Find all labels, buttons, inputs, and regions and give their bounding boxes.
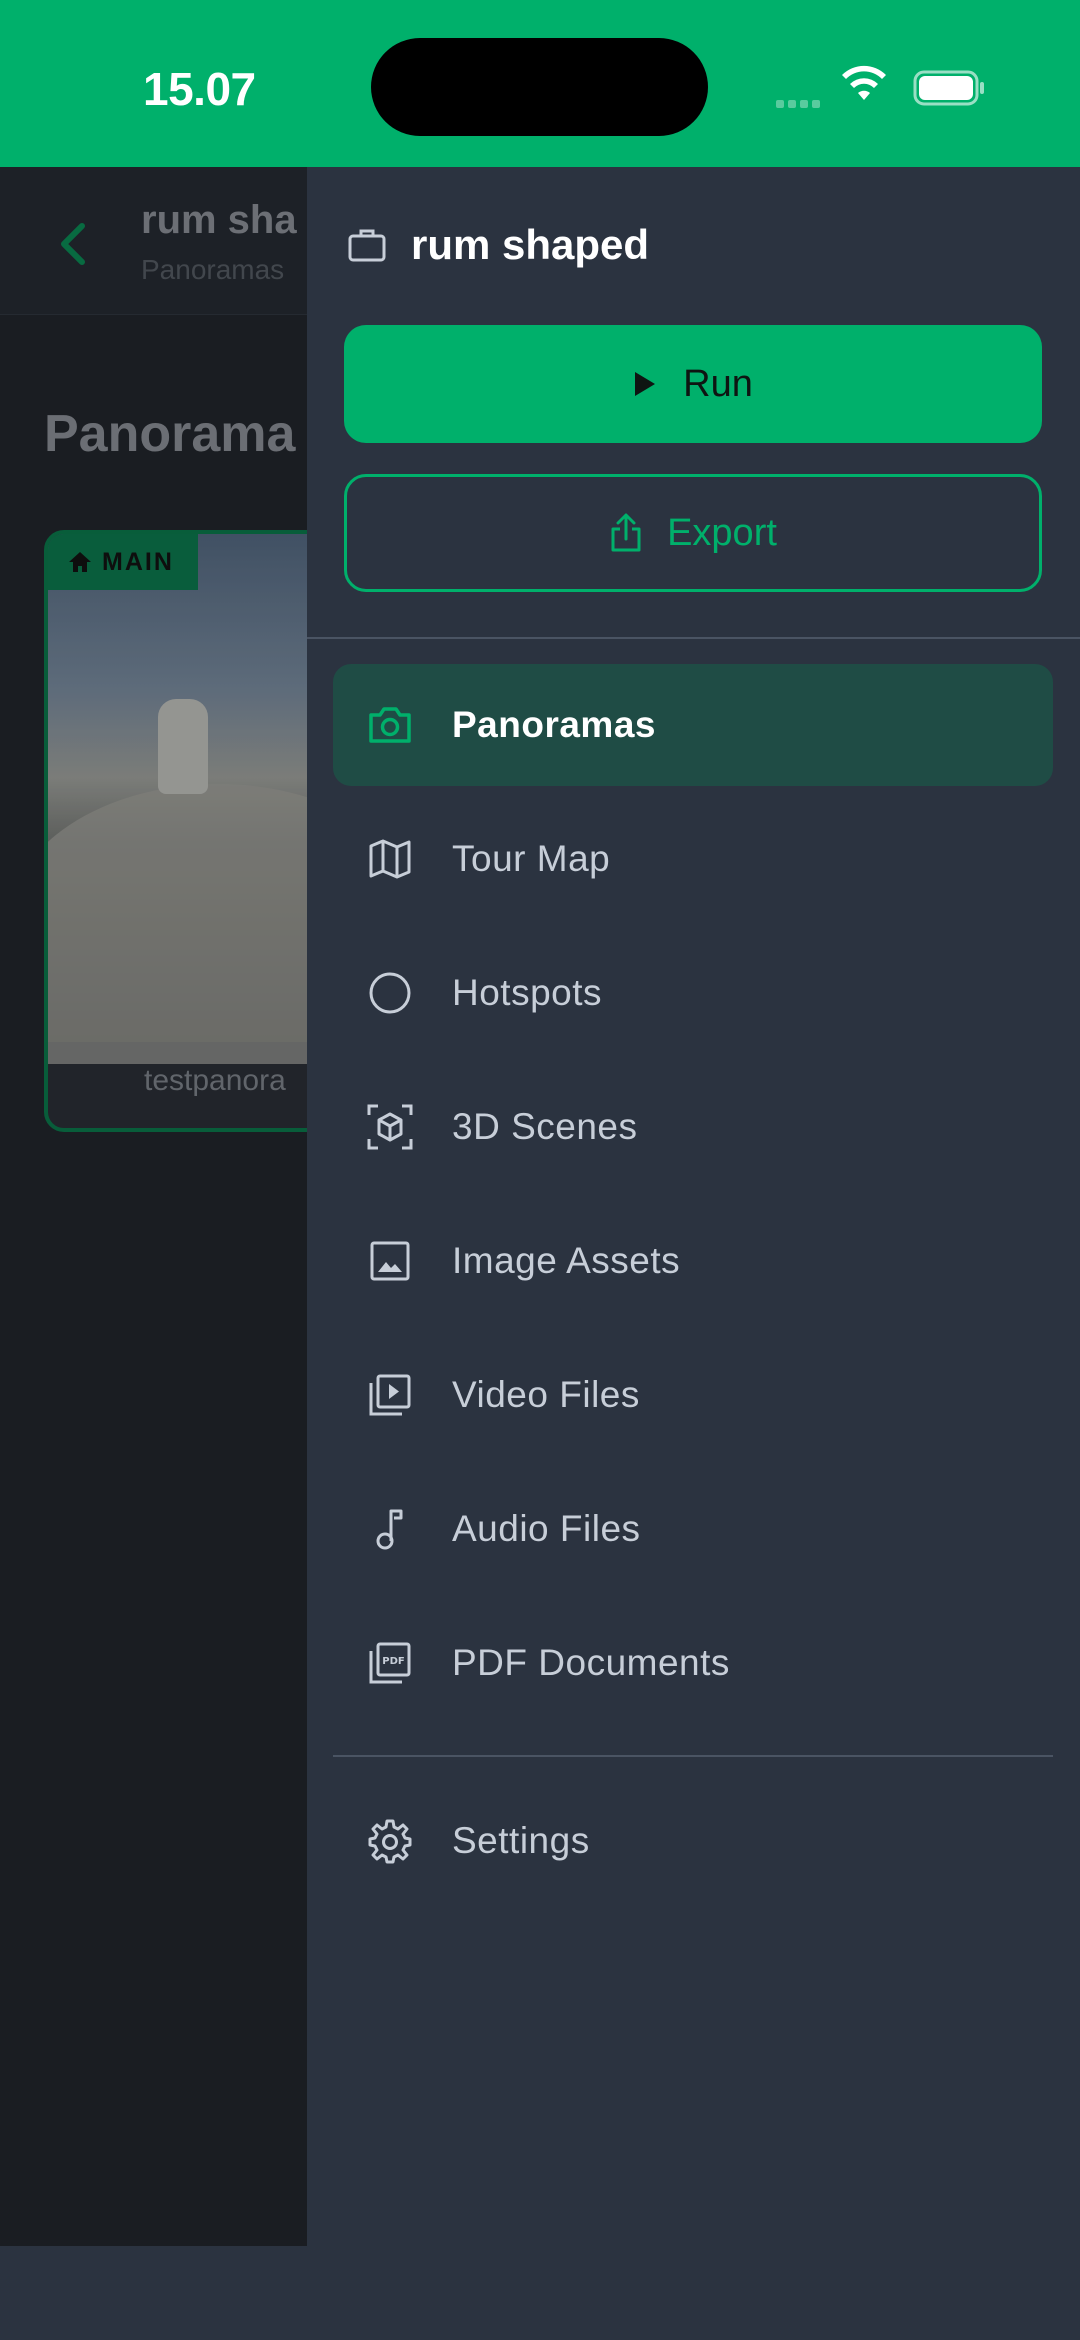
map-icon (366, 835, 414, 883)
nav-item-label: 3D Scenes (452, 1106, 638, 1147)
nav-item-label: Video Files (452, 1374, 640, 1415)
status-time: 15.07 (143, 63, 256, 115)
divider (307, 637, 1080, 639)
cellular-signal-icon (776, 95, 824, 113)
export-button-label: Export (667, 511, 777, 554)
nav-item-3d-scenes[interactable]: 3D Scenes (333, 1066, 1053, 1188)
video-library-icon (366, 1371, 414, 1419)
camera-icon (366, 701, 414, 749)
briefcase-icon (348, 229, 386, 262)
cube-icon (366, 1103, 414, 1151)
nav-item-panoramas[interactable]: Panoramas (333, 664, 1053, 786)
status-bar: 15.07 (0, 0, 1080, 167)
nav-item-tour-map[interactable]: Tour Map (333, 798, 1053, 920)
nav-item-label: Tour Map (452, 838, 611, 879)
nav-item-pdf-documents[interactable]: PDF PDF Documents (333, 1602, 1053, 1724)
image-icon (366, 1237, 414, 1285)
divider (333, 1755, 1053, 1757)
svg-text:PDF: PDF (382, 1656, 404, 1667)
circle-icon (366, 969, 414, 1017)
nav-item-hotspots[interactable]: Hotspots (333, 932, 1053, 1054)
nav-item-label: PDF Documents (452, 1642, 730, 1683)
nav-item-label: Panoramas (452, 704, 656, 745)
nav-item-image-assets[interactable]: Image Assets (333, 1200, 1053, 1322)
nav-item-label: Image Assets (452, 1240, 681, 1281)
nav-item-video-files[interactable]: Video Files (333, 1334, 1053, 1456)
nav-item-audio-files[interactable]: Audio Files (333, 1468, 1053, 1590)
wifi-icon (842, 65, 886, 100)
run-button[interactable]: Run (344, 325, 1042, 443)
navigation-drawer: rum shaped Run Export Panoramas Tour Map… (307, 167, 1080, 2340)
nav-item-label: Settings (452, 1820, 590, 1861)
dynamic-island (371, 38, 708, 136)
gear-icon (366, 1817, 414, 1865)
run-button-label: Run (683, 362, 753, 405)
export-button[interactable]: Export (344, 474, 1042, 592)
music-note-icon (366, 1505, 414, 1553)
project-name: rum shaped (411, 221, 650, 268)
play-icon (635, 372, 656, 396)
battery-icon (913, 70, 984, 106)
nav-item-label: Hotspots (452, 972, 603, 1013)
drawer-header: rum shaped (347, 221, 649, 269)
pdf-icon: PDF (366, 1639, 414, 1687)
nav-item-label: Audio Files (452, 1508, 641, 1549)
nav-item-settings[interactable]: Settings (333, 1780, 1053, 1902)
share-icon (611, 513, 641, 552)
